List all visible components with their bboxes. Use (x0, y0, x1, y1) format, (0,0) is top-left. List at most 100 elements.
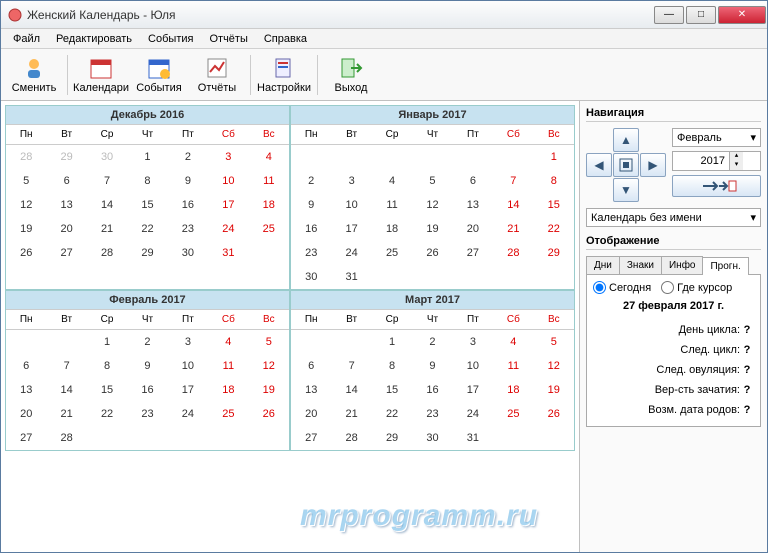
day-cell[interactable]: 2 (412, 330, 452, 354)
day-cell[interactable]: 21 (46, 402, 86, 426)
day-cell[interactable]: 1 (127, 145, 167, 169)
day-cell[interactable] (331, 145, 371, 169)
day-cell[interactable]: 3 (168, 330, 208, 354)
day-cell[interactable]: 20 (46, 217, 86, 241)
day-cell[interactable]: 15 (87, 378, 127, 402)
radio-cursor-input[interactable] (661, 281, 674, 294)
day-cell[interactable]: 10 (168, 354, 208, 378)
day-cell[interactable]: 8 (534, 169, 574, 193)
jump-button[interactable] (672, 175, 761, 197)
day-cell[interactable]: 21 (331, 402, 371, 426)
day-cell[interactable]: 16 (412, 378, 452, 402)
day-cell[interactable]: 4 (208, 330, 248, 354)
day-cell[interactable]: 11 (249, 169, 289, 193)
day-cell[interactable]: 7 (46, 354, 86, 378)
year-down-button[interactable]: ▾ (729, 161, 743, 170)
tb-exit[interactable]: Выход (322, 51, 380, 99)
day-cell[interactable]: 24 (453, 402, 493, 426)
day-cell[interactable]: 11 (208, 354, 248, 378)
day-cell[interactable]: 19 (249, 378, 289, 402)
day-cell[interactable]: 6 (46, 169, 86, 193)
tb-settings[interactable]: Настройки (255, 51, 313, 99)
minimize-button[interactable]: — (654, 6, 684, 24)
day-cell[interactable]: 26 (249, 402, 289, 426)
day-cell[interactable]: 27 (46, 241, 86, 265)
day-cell[interactable]: 23 (291, 241, 331, 265)
day-cell[interactable]: 28 (46, 426, 86, 450)
day-cell[interactable]: 17 (168, 378, 208, 402)
day-cell[interactable]: 31 (453, 426, 493, 450)
day-cell[interactable]: 4 (249, 145, 289, 169)
day-cell[interactable] (331, 330, 371, 354)
day-cell[interactable]: 16 (127, 378, 167, 402)
day-cell[interactable]: 14 (87, 193, 127, 217)
day-cell[interactable]: 9 (168, 169, 208, 193)
day-cell[interactable]: 14 (331, 378, 371, 402)
day-cell[interactable]: 2 (127, 330, 167, 354)
day-cell[interactable]: 26 (412, 241, 452, 265)
day-cell[interactable]: 4 (493, 330, 533, 354)
day-cell[interactable]: 8 (372, 354, 412, 378)
day-cell[interactable] (6, 330, 46, 354)
day-cell[interactable]: 12 (534, 354, 574, 378)
day-cell[interactable] (493, 145, 533, 169)
nav-up-button[interactable]: ▲ (613, 128, 639, 152)
day-cell[interactable]: 17 (208, 193, 248, 217)
day-cell[interactable]: 17 (453, 378, 493, 402)
menu-reports[interactable]: Отчёты (201, 31, 255, 47)
day-cell[interactable]: 5 (6, 169, 46, 193)
day-cell[interactable]: 6 (453, 169, 493, 193)
day-cell[interactable]: 20 (6, 402, 46, 426)
day-cell[interactable]: 28 (87, 241, 127, 265)
day-cell[interactable]: 26 (6, 241, 46, 265)
day-cell[interactable]: 24 (168, 402, 208, 426)
day-cell[interactable]: 14 (46, 378, 86, 402)
day-cell[interactable]: 6 (291, 354, 331, 378)
day-cell[interactable]: 13 (46, 193, 86, 217)
day-cell[interactable]: 25 (372, 241, 412, 265)
day-cell[interactable]: 20 (453, 217, 493, 241)
day-cell[interactable]: 11 (493, 354, 533, 378)
day-cell[interactable]: 10 (208, 169, 248, 193)
day-cell[interactable] (46, 330, 86, 354)
day-cell[interactable]: 7 (493, 169, 533, 193)
day-cell[interactable]: 14 (493, 193, 533, 217)
tab-signs[interactable]: Знаки (619, 256, 662, 274)
day-cell[interactable]: 3 (208, 145, 248, 169)
day-cell[interactable]: 30 (168, 241, 208, 265)
day-cell[interactable]: 31 (208, 241, 248, 265)
day-cell[interactable]: 31 (331, 265, 371, 289)
day-cell[interactable]: 18 (249, 193, 289, 217)
tab-days[interactable]: Дни (586, 256, 620, 274)
day-cell[interactable]: 21 (493, 217, 533, 241)
day-cell[interactable]: 28 (493, 241, 533, 265)
day-cell[interactable]: 15 (372, 378, 412, 402)
year-up-button[interactable]: ▴ (729, 152, 743, 161)
day-cell[interactable]: 25 (249, 217, 289, 241)
day-cell[interactable]: 25 (493, 402, 533, 426)
day-cell[interactable]: 29 (372, 426, 412, 450)
day-cell[interactable]: 30 (412, 426, 452, 450)
day-cell[interactable]: 26 (534, 402, 574, 426)
day-cell[interactable]: 27 (453, 241, 493, 265)
day-cell[interactable]: 18 (493, 378, 533, 402)
tb-events[interactable]: События (130, 51, 188, 99)
maximize-button[interactable]: □ (686, 6, 716, 24)
day-cell[interactable]: 23 (412, 402, 452, 426)
day-cell[interactable]: 13 (291, 378, 331, 402)
day-cell[interactable]: 8 (127, 169, 167, 193)
day-cell[interactable]: 27 (6, 426, 46, 450)
radio-today[interactable]: Сегодня (593, 281, 651, 294)
day-cell[interactable]: 29 (46, 145, 86, 169)
day-cell[interactable]: 7 (87, 169, 127, 193)
day-cell[interactable]: 8 (87, 354, 127, 378)
day-cell[interactable]: 20 (291, 402, 331, 426)
day-cell[interactable]: 27 (291, 426, 331, 450)
day-cell[interactable]: 19 (412, 217, 452, 241)
day-cell[interactable]: 19 (534, 378, 574, 402)
day-cell[interactable]: 18 (372, 217, 412, 241)
radio-today-input[interactable] (593, 281, 606, 294)
day-cell[interactable]: 23 (168, 217, 208, 241)
day-cell[interactable]: 1 (87, 330, 127, 354)
day-cell[interactable]: 18 (208, 378, 248, 402)
